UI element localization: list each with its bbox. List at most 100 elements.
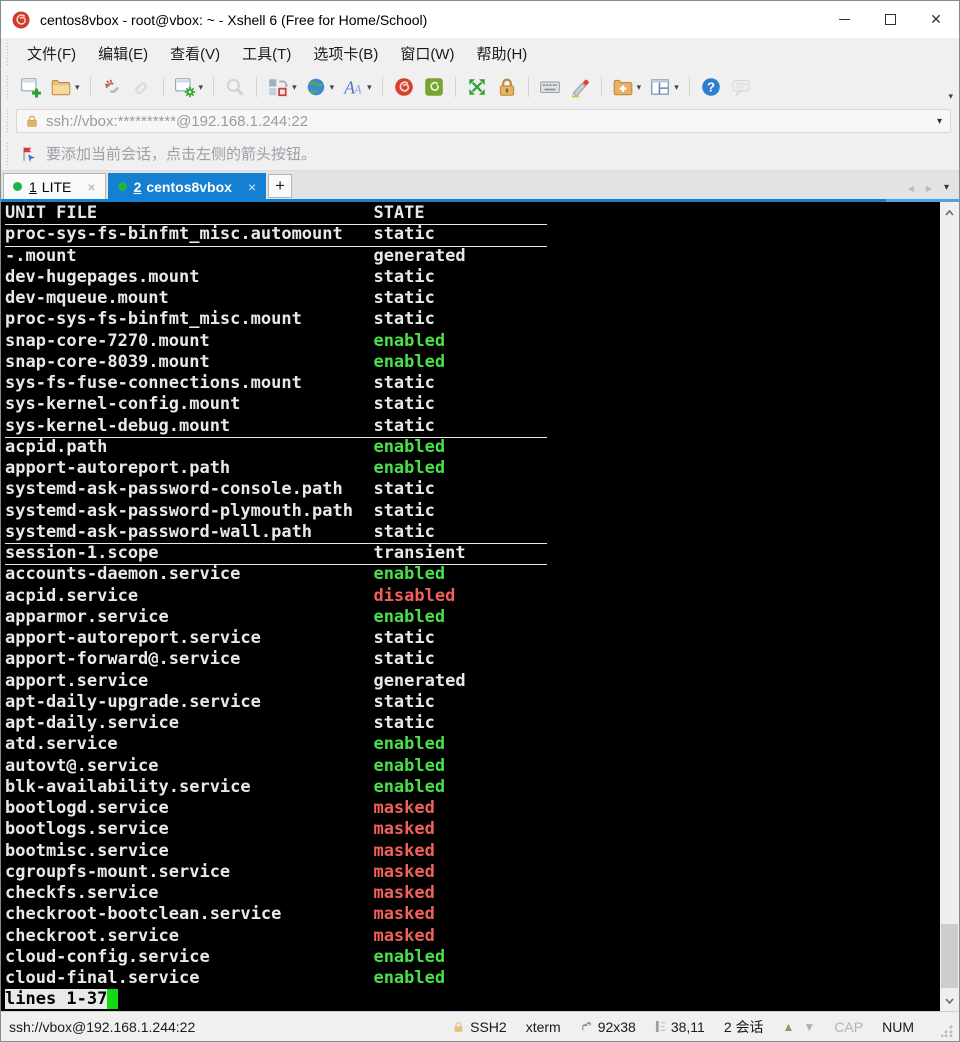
web-browser-button[interactable]: ▾	[301, 73, 339, 101]
terminal-row-header: UNIT FILESTATE	[5, 203, 940, 224]
state-cell: generated	[373, 246, 465, 266]
toolbar-grip[interactable]	[5, 43, 10, 65]
toolbar-grip[interactable]	[5, 143, 10, 165]
toolbar-separator	[256, 77, 257, 97]
unit-file-cell: apport-autoreport.path	[5, 458, 373, 479]
toolbar-separator	[213, 77, 214, 97]
dropdown-caret-icon[interactable]: ▾	[637, 82, 642, 93]
info-bar: 要添加当前会话，点击左侧的箭头按钮。	[1, 137, 959, 171]
address-input[interactable]: ssh://vbox:**********@192.168.1.244:22	[46, 113, 931, 130]
unit-file-cell: acpid.service	[5, 586, 373, 607]
toolbar-grip[interactable]	[5, 76, 10, 98]
tab-close-icon[interactable]: ×	[87, 179, 95, 195]
toolbar-grip[interactable]	[5, 110, 10, 132]
dropdown-caret-icon[interactable]: ▾	[367, 82, 372, 93]
new-session-button[interactable]	[16, 73, 46, 101]
state-cell: static	[373, 501, 434, 521]
unit-file-cell: cloud-final.service	[5, 968, 373, 989]
scrollbar-thumb[interactable]	[941, 924, 958, 988]
session-properties-button[interactable]: ▾	[170, 73, 208, 101]
menu-item-6[interactable]: 帮助(H)	[465, 42, 538, 67]
add-session-folder-icon	[612, 76, 634, 98]
unit-file-cell: apport-forward@.service	[5, 649, 373, 670]
state-cell: masked	[373, 841, 434, 861]
help-button[interactable]: ?	[696, 73, 726, 101]
minimize-button[interactable]	[821, 1, 867, 38]
fullscreen-button[interactable]	[462, 73, 492, 101]
dropdown-caret-icon[interactable]: ▾	[674, 82, 679, 93]
unit-file-cell: cloud-config.service	[5, 947, 373, 968]
menu-item-3[interactable]: 工具(T)	[231, 42, 302, 67]
xftp-button[interactable]	[419, 73, 449, 101]
menu-item-1[interactable]: 编辑(E)	[87, 42, 159, 67]
status-cursor-position: 38,11	[655, 1019, 705, 1035]
toolbar-separator	[528, 77, 529, 97]
menu-item-0[interactable]: 文件(F)	[16, 42, 87, 67]
disconnect-button[interactable]	[97, 73, 127, 101]
terminal-scrollbar[interactable]	[940, 202, 959, 1011]
state-cell: masked	[373, 883, 434, 903]
lock-screen-icon	[496, 76, 518, 98]
terminal-cursor	[107, 989, 117, 1009]
unit-file-cell: bootlogs.service	[5, 819, 373, 840]
tab-label: LITE	[42, 179, 72, 195]
flag-icon[interactable]	[20, 145, 38, 163]
terminal-row: apport-autoreport.pathenabled	[5, 458, 940, 479]
toolbar-overflow-caret-icon[interactable]: ▾	[948, 91, 953, 102]
feedback-button[interactable]	[726, 73, 756, 101]
state-cell: enabled	[373, 564, 445, 584]
scroll-down-icon[interactable]	[940, 992, 959, 1009]
state-cell: static	[373, 373, 434, 393]
state-cell: enabled	[373, 607, 445, 627]
menu-item-5[interactable]: 窗口(W)	[389, 42, 465, 67]
unit-file-cell: checkroot-bootclean.service	[5, 904, 373, 925]
address-field[interactable]: ssh://vbox:**********@192.168.1.244:22 ▾	[16, 109, 951, 133]
fullscreen-icon	[466, 76, 488, 98]
terminal-row: session-1.scopetransient	[5, 543, 940, 564]
dropdown-caret-icon[interactable]: ▾	[330, 82, 335, 93]
terminal-row: cgroupfs-mount.servicemasked	[5, 862, 940, 883]
tile-windows-button[interactable]: ▾	[645, 73, 683, 101]
maximize-button[interactable]	[867, 1, 913, 38]
menu-item-2[interactable]: 查看(V)	[159, 42, 231, 67]
unit-file-cell: checkfs.service	[5, 883, 373, 904]
terminal-screen[interactable]: UNIT FILESTATEproc-sys-fs-binfmt_misc.au…	[1, 202, 940, 1011]
dropdown-caret-icon[interactable]: ▾	[292, 82, 297, 93]
add-session-folder-button[interactable]: ▾	[608, 73, 646, 101]
dropdown-caret-icon[interactable]: ▾	[75, 82, 80, 93]
lock-screen-button[interactable]	[492, 73, 522, 101]
xshell-button[interactable]	[389, 73, 419, 101]
tab-scroll-left-icon[interactable]: ◂	[908, 182, 914, 194]
state-cell: static	[373, 692, 434, 712]
highlight-button[interactable]	[565, 73, 595, 101]
menu-item-4[interactable]: 选项卡(B)	[302, 42, 389, 67]
reconnect-button[interactable]	[127, 73, 157, 101]
tab-scroll-right-icon[interactable]: ▸	[926, 182, 932, 194]
virtual-keyboard-button[interactable]	[535, 73, 565, 101]
terminal-area: UNIT FILESTATEproc-sys-fs-binfmt_misc.au…	[1, 202, 959, 1011]
tab-menu-caret-icon[interactable]: ▾	[944, 183, 949, 193]
terminal-row: systemd-ask-password-plymouth.pathstatic	[5, 501, 940, 522]
find-button[interactable]	[220, 73, 250, 101]
tab-number: 2	[134, 179, 142, 195]
address-dropdown-caret-icon[interactable]: ▾	[937, 116, 942, 127]
unit-file-cell: systemd-ask-password-console.path	[5, 479, 373, 500]
arrow-up-icon[interactable]: ▲	[783, 1020, 795, 1034]
terminal-row: apparmor.serviceenabled	[5, 607, 940, 628]
open-session-button[interactable]: ▾	[46, 73, 84, 101]
title-bar: centos8vbox - root@vbox: ~ - Xshell 6 (F…	[1, 1, 959, 38]
unit-file-cell: proc-sys-fs-binfmt_misc.mount	[5, 309, 373, 330]
layout-button[interactable]: ▾	[263, 73, 301, 101]
tab-close-icon[interactable]: ×	[248, 179, 256, 195]
close-button[interactable]: ✕	[913, 1, 959, 38]
arrow-down-icon[interactable]: ▼	[803, 1020, 815, 1034]
resize-grip[interactable]	[941, 1025, 953, 1037]
terminal-row: proc-sys-fs-binfmt_misc.automountstatic	[5, 224, 940, 245]
dropdown-caret-icon[interactable]: ▾	[199, 82, 204, 93]
font-button[interactable]: AA▾	[338, 73, 376, 101]
tab-centos8vbox[interactable]: 2centos8vbox×	[108, 173, 267, 199]
scroll-up-icon[interactable]	[940, 204, 959, 221]
state-cell: enabled	[373, 331, 445, 351]
new-tab-button[interactable]: +	[268, 174, 292, 198]
tab-lite[interactable]: 1LITE×	[3, 173, 106, 199]
